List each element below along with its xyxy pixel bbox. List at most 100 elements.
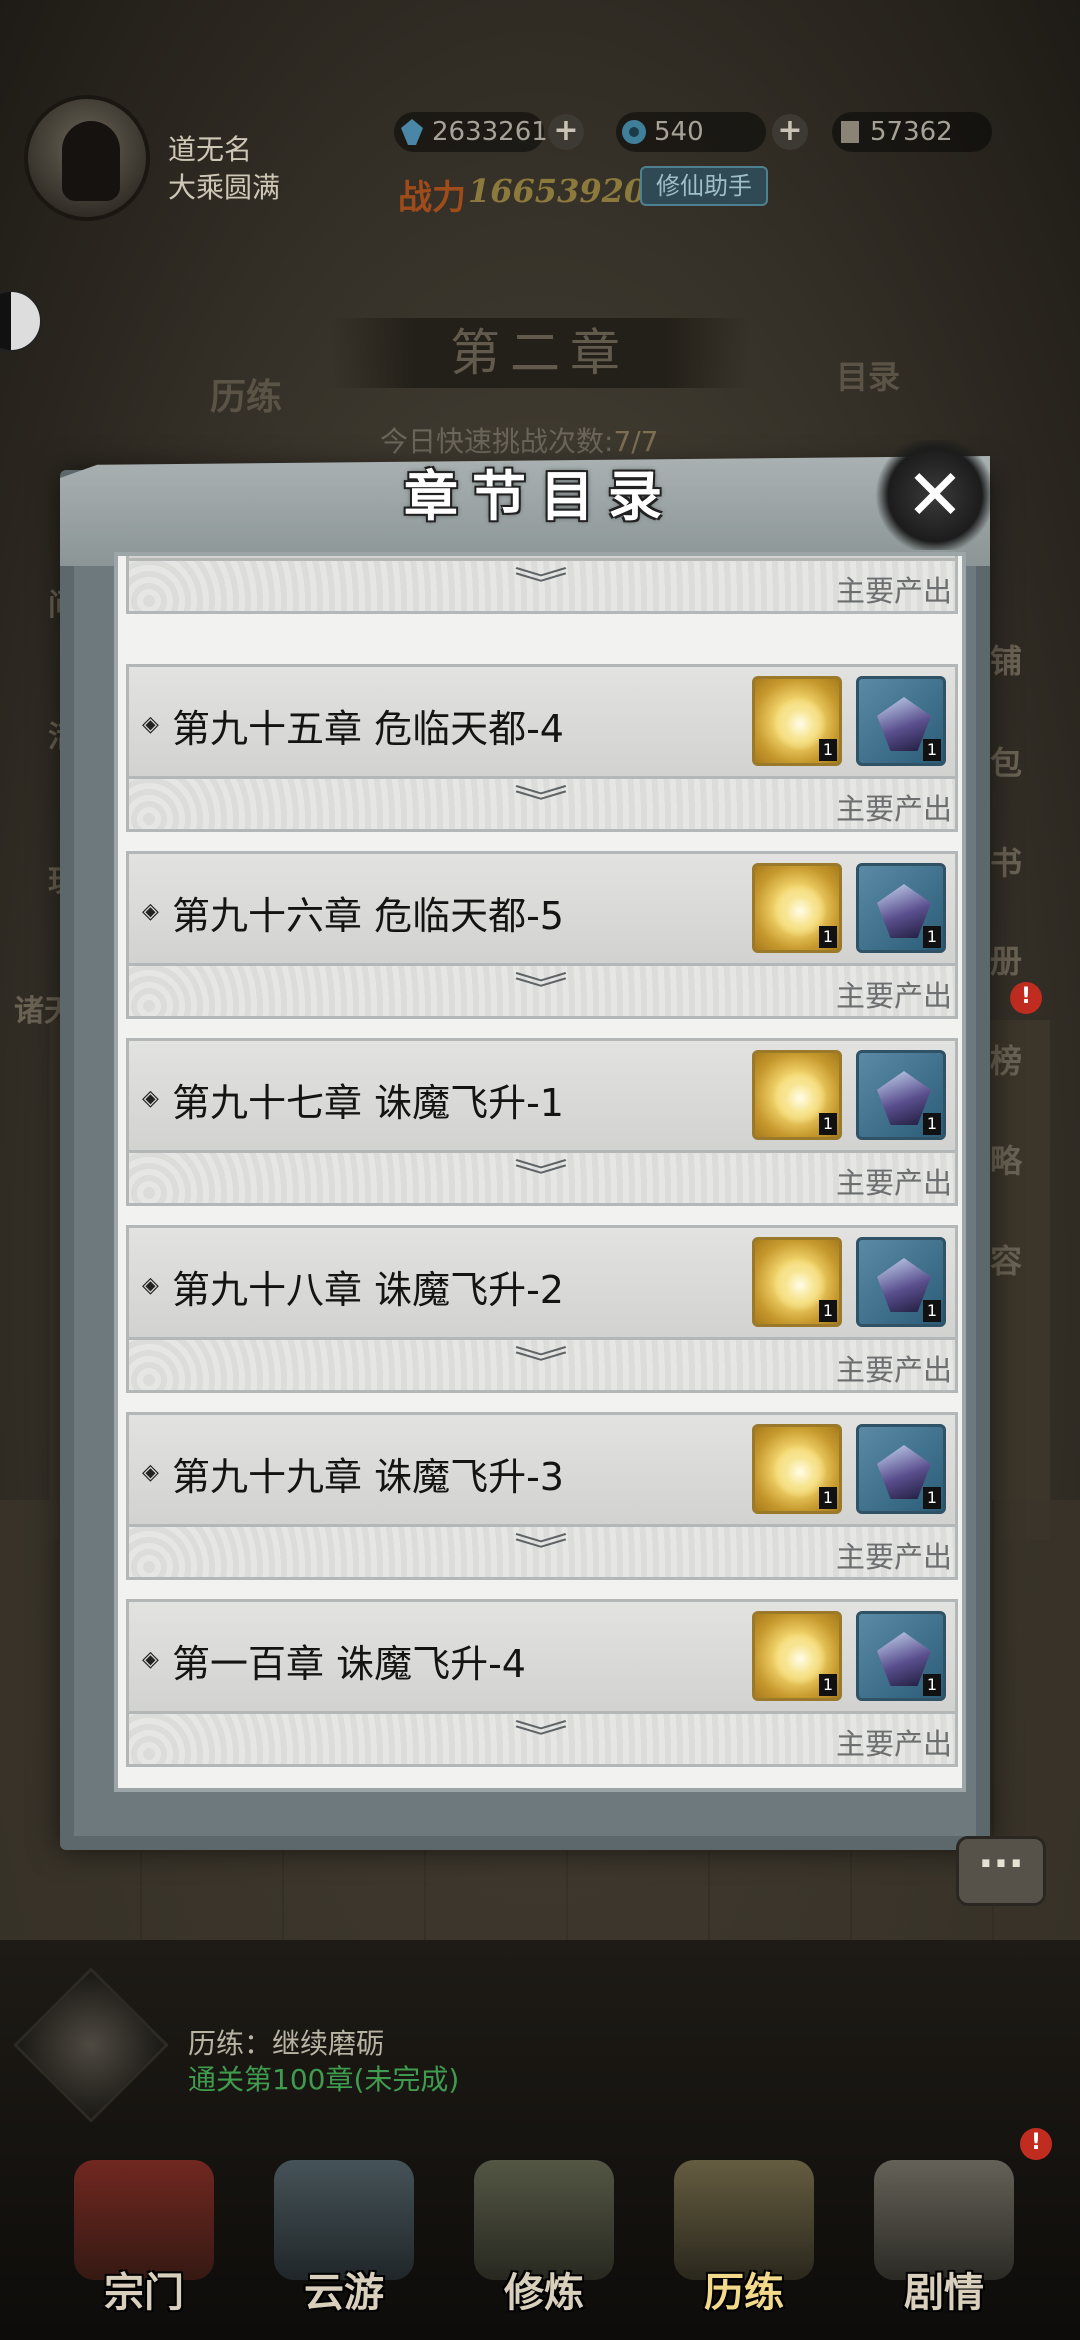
expand-chevron-icon[interactable]: ︾ bbox=[493, 1532, 589, 1570]
status-progress: 通关第100章(未完成) bbox=[188, 2063, 460, 2096]
close-button[interactable]: ✕ bbox=[870, 440, 1000, 550]
expand-chevron-icon[interactable]: ︾ bbox=[493, 971, 589, 1009]
directory-button[interactable]: 目录 bbox=[836, 352, 900, 398]
nav-sect[interactable]: 宗门 bbox=[44, 2160, 244, 2330]
diamond-bullet-icon: ◈ bbox=[142, 712, 159, 737]
nav-story[interactable]: 剧情 bbox=[844, 2160, 1044, 2330]
side-menu-right-2[interactable]: 包 bbox=[990, 738, 1060, 798]
scroll-icon bbox=[836, 118, 864, 146]
jade-value: 540 bbox=[654, 117, 704, 147]
chapter-name: 第九十九章 诛魔飞升-3 bbox=[172, 1455, 564, 1499]
gold-reward-icon[interactable]: 1 bbox=[752, 1050, 842, 1140]
lilian-label[interactable]: 历练 bbox=[210, 368, 282, 420]
nav-lilian[interactable]: 历练 bbox=[644, 2160, 844, 2330]
add-spirit-stone-button[interactable]: + bbox=[548, 114, 584, 150]
side-menu-right-3[interactable]: 书 bbox=[990, 838, 1060, 898]
spirit-stone-value: 2633261 bbox=[432, 117, 548, 147]
chapter-item-partial[interactable]: ︾ 主要产出 bbox=[126, 556, 958, 614]
reward-count: 1 bbox=[819, 1300, 837, 1322]
cultivation-helper-button[interactable]: 修仙助手 bbox=[640, 166, 768, 206]
side-menu-right-6[interactable]: 略 bbox=[990, 1136, 1060, 1196]
nav-cultivate-label: 修炼 bbox=[504, 2269, 584, 2316]
gold-reward-icon[interactable]: 1 bbox=[752, 676, 842, 766]
main-output-label: 主要产出 bbox=[835, 1166, 952, 1200]
jade-counter: 540 bbox=[616, 112, 766, 152]
chapter-item[interactable]: ◈ 第九十九章 诛魔飞升-3 1 1 ︾ 主要产出 bbox=[126, 1412, 958, 1580]
story-badge: ! bbox=[1020, 2128, 1052, 2160]
chapter-title: 第二章 bbox=[330, 318, 750, 388]
diamond-bullet-icon: ◈ bbox=[142, 899, 159, 924]
crystal-reward-icon[interactable]: 1 bbox=[856, 863, 946, 953]
side-menu-badge: ! bbox=[1010, 982, 1042, 1014]
expand-chevron-icon[interactable]: ︾ bbox=[493, 784, 589, 822]
main-output-label: 主要产出 bbox=[835, 1540, 952, 1574]
scroll-counter: 57362 bbox=[832, 112, 992, 152]
reward-count: 1 bbox=[819, 739, 837, 761]
diamond-bullet-icon: ◈ bbox=[142, 1647, 159, 1672]
reward-count: 1 bbox=[923, 1487, 941, 1509]
side-menu-right-5[interactable]: 榜 bbox=[990, 1036, 1060, 1096]
reward-count: 1 bbox=[819, 1113, 837, 1135]
combat-power-value: 16653920 bbox=[468, 172, 647, 210]
expand-chevron-icon[interactable]: ︾ bbox=[493, 1158, 589, 1196]
chapter-name: 第九十六章 危临天都-5 bbox=[172, 894, 564, 938]
crystal-reward-icon[interactable]: 1 bbox=[856, 1237, 946, 1327]
reward-count: 1 bbox=[923, 926, 941, 948]
gold-reward-icon[interactable]: 1 bbox=[752, 1611, 842, 1701]
spirit-stone-icon bbox=[398, 118, 426, 146]
main-output-label: 主要产出 bbox=[835, 1353, 952, 1387]
nav-cultivate[interactable]: 修炼 bbox=[444, 2160, 644, 2330]
chapter-name: 第九十八章 诛魔飞升-2 bbox=[172, 1268, 564, 1312]
side-menu-right-7[interactable]: 容 bbox=[990, 1236, 1060, 1296]
gold-reward-icon[interactable]: 1 bbox=[752, 1237, 842, 1327]
reward-count: 1 bbox=[923, 739, 941, 761]
chapter-name: 第九十七章 诛魔飞升-1 bbox=[172, 1081, 564, 1125]
diamond-bullet-icon: ◈ bbox=[142, 1086, 159, 1111]
side-menu-right-1[interactable]: 铺 bbox=[990, 636, 1060, 696]
reward-count: 1 bbox=[923, 1300, 941, 1322]
chat-bubble-icon[interactable]: ··· bbox=[956, 1836, 1046, 1906]
main-output-label: 主要产出 bbox=[835, 1727, 952, 1761]
diamond-bullet-icon: ◈ bbox=[142, 1460, 159, 1485]
player-avatar[interactable] bbox=[24, 95, 150, 221]
add-jade-button[interactable]: + bbox=[772, 114, 808, 150]
crystal-reward-icon[interactable]: 1 bbox=[856, 676, 946, 766]
reward-count: 1 bbox=[923, 1674, 941, 1696]
modal-title: 章节目录 bbox=[404, 464, 676, 528]
expand-chevron-icon[interactable]: ︾ bbox=[493, 1719, 589, 1757]
expand-chevron-icon[interactable]: ︾ bbox=[493, 566, 589, 604]
reward-count: 1 bbox=[819, 926, 837, 948]
chapter-item[interactable]: ◈ 第一百章 诛魔飞升-4 1 1 ︾ 主要产出 bbox=[126, 1599, 958, 1767]
combat-power-label: 战力 bbox=[398, 178, 466, 218]
chapter-item[interactable]: ◈ 第九十五章 危临天都-4 1 1 ︾ 主要产出 bbox=[126, 664, 958, 832]
crystal-reward-icon[interactable]: 1 bbox=[856, 1611, 946, 1701]
status-task: 历练：继续磨砺 bbox=[188, 2027, 385, 2060]
chapter-item[interactable]: ◈ 第九十八章 诛魔飞升-2 1 1 ︾ 主要产出 bbox=[126, 1225, 958, 1393]
chapter-list[interactable]: ︾ 主要产出 ◈ 第九十五章 危临天都-4 1 1 ︾ 主要产出 ◈ 第九十六章… bbox=[114, 552, 966, 1792]
crystal-reward-icon[interactable]: 1 bbox=[856, 1424, 946, 1514]
main-output-label: 主要产出 bbox=[835, 574, 952, 608]
player-rank: 大乘圆满 bbox=[168, 171, 281, 204]
gold-reward-icon[interactable]: 1 bbox=[752, 1424, 842, 1514]
main-output-label: 主要产出 bbox=[835, 792, 952, 826]
close-icon: ✕ bbox=[905, 454, 965, 536]
jade-icon bbox=[620, 118, 648, 146]
nav-lilian-label: 历练 bbox=[704, 2269, 784, 2316]
reward-count: 1 bbox=[819, 1674, 837, 1696]
nav-travel[interactable]: 云游 bbox=[244, 2160, 444, 2330]
scroll-value: 57362 bbox=[870, 117, 953, 147]
player-name: 道无名 bbox=[168, 133, 253, 166]
chapter-item[interactable]: ◈ 第九十六章 危临天都-5 1 1 ︾ 主要产出 bbox=[126, 851, 958, 1019]
expand-chevron-icon[interactable]: ︾ bbox=[493, 1345, 589, 1383]
reward-count: 1 bbox=[923, 1113, 941, 1135]
reward-count: 1 bbox=[819, 1487, 837, 1509]
chapter-name: 第一百章 诛魔飞升-4 bbox=[172, 1642, 526, 1686]
crystal-reward-icon[interactable]: 1 bbox=[856, 1050, 946, 1140]
chapter-name: 第九十五章 危临天都-4 bbox=[172, 707, 564, 751]
gold-reward-icon[interactable]: 1 bbox=[752, 863, 842, 953]
chapter-item[interactable]: ◈ 第九十七章 诛魔飞升-1 1 1 ︾ 主要产出 bbox=[126, 1038, 958, 1206]
nav-story-label: 剧情 bbox=[904, 2269, 984, 2316]
nav-sect-label: 宗门 bbox=[104, 2269, 184, 2316]
spirit-stone-counter: 2633261 bbox=[394, 112, 548, 152]
main-output-label: 主要产出 bbox=[835, 979, 952, 1013]
